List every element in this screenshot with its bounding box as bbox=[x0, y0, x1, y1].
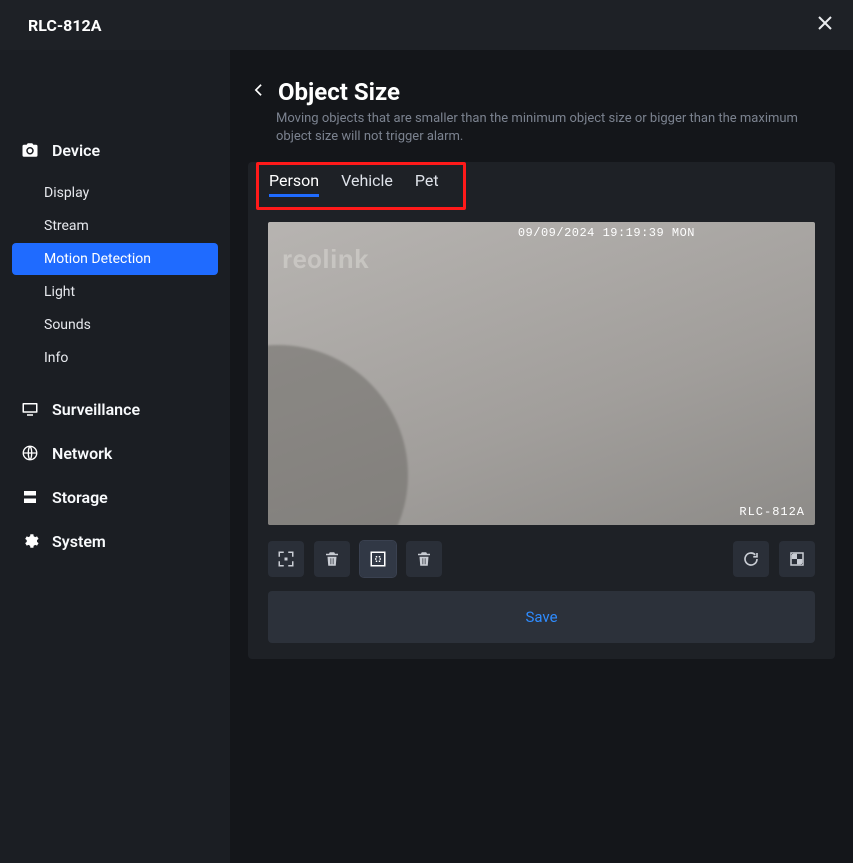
sidebar-cat-network[interactable]: Network bbox=[12, 431, 218, 475]
object-type-tabs: Person Vehicle Pet bbox=[269, 171, 453, 197]
min-size-icon bbox=[277, 550, 295, 568]
sidebar-item-motion-detection[interactable]: Motion Detection bbox=[12, 243, 218, 275]
sidebar-cat-surveillance[interactable]: Surveillance bbox=[12, 387, 218, 431]
page-head: Object Size Moving objects that are smal… bbox=[248, 76, 835, 158]
toolbar-right-group bbox=[733, 541, 815, 577]
tab-person[interactable]: Person bbox=[269, 171, 319, 197]
refresh-button[interactable] bbox=[733, 541, 769, 577]
sidebar-cat-storage[interactable]: Storage bbox=[12, 475, 218, 519]
tab-vehicle[interactable]: Vehicle bbox=[341, 171, 393, 197]
tabs-highlight-box: Person Vehicle Pet bbox=[256, 162, 466, 210]
refresh-icon bbox=[742, 550, 760, 568]
globe-icon bbox=[20, 443, 40, 463]
sidebar-cat-label: Surveillance bbox=[52, 400, 140, 419]
sidebar-sub-list-device: Display Stream Motion Detection Light So… bbox=[12, 172, 218, 387]
back-button[interactable] bbox=[248, 80, 268, 104]
tab-pet[interactable]: Pet bbox=[415, 171, 439, 197]
save-button[interactable]: Save bbox=[268, 591, 815, 643]
page-title: Object Size bbox=[278, 78, 400, 106]
preview-toolbar bbox=[248, 525, 835, 585]
watermark-logo: reolink bbox=[282, 244, 369, 275]
main-content: Object Size Moving objects that are smal… bbox=[230, 50, 853, 863]
sidebar: Device Display Stream Motion Detection L… bbox=[0, 50, 230, 863]
sidebar-item-light[interactable]: Light bbox=[12, 276, 218, 308]
sidebar-cat-device[interactable]: Device bbox=[12, 128, 218, 172]
page-description: Moving objects that are smaller than the… bbox=[248, 106, 808, 146]
toolbar-left-group bbox=[268, 541, 442, 577]
delete-max-button[interactable] bbox=[406, 541, 442, 577]
osd-camera-name: RLC-812A bbox=[739, 505, 805, 519]
window-title: RLC-812A bbox=[28, 16, 101, 35]
storage-icon bbox=[20, 487, 40, 507]
trash-icon bbox=[415, 550, 433, 568]
osd-timestamp: 09/09/2024 19:19:39 MON bbox=[518, 226, 695, 240]
chevron-left-icon bbox=[248, 80, 268, 100]
camera-preview[interactable]: reolink 09/09/2024 19:19:39 MON RLC-812A bbox=[268, 222, 815, 525]
object-size-panel: Person Vehicle Pet reolink 09/09/2024 19… bbox=[248, 162, 835, 659]
window-body: Device Display Stream Motion Detection L… bbox=[0, 50, 853, 863]
sidebar-item-sounds[interactable]: Sounds bbox=[12, 309, 218, 341]
trash-icon bbox=[323, 550, 341, 568]
max-size-icon bbox=[369, 550, 387, 568]
min-size-tool-button[interactable] bbox=[268, 541, 304, 577]
gear-icon bbox=[20, 531, 40, 551]
close-icon bbox=[815, 13, 835, 33]
sidebar-cat-label: Network bbox=[52, 444, 112, 463]
sidebar-item-info[interactable]: Info bbox=[12, 342, 218, 374]
monitor-icon bbox=[20, 399, 40, 419]
save-label: Save bbox=[525, 608, 557, 626]
close-button[interactable] bbox=[815, 13, 835, 37]
fullscreen-icon bbox=[788, 550, 806, 568]
page-title-row: Object Size bbox=[248, 76, 835, 106]
sidebar-item-display[interactable]: Display bbox=[12, 177, 218, 209]
fullscreen-button[interactable] bbox=[779, 541, 815, 577]
sidebar-cat-label: Storage bbox=[52, 488, 108, 507]
camera-icon bbox=[20, 140, 40, 160]
delete-min-button[interactable] bbox=[314, 541, 350, 577]
sidebar-cat-label: Device bbox=[52, 141, 100, 160]
sidebar-item-stream[interactable]: Stream bbox=[12, 210, 218, 242]
max-size-tool-button[interactable] bbox=[360, 541, 396, 577]
sidebar-cat-system[interactable]: System bbox=[12, 519, 218, 563]
titlebar: RLC-812A bbox=[0, 0, 853, 50]
settings-window: RLC-812A Device Display Stream Motion De… bbox=[0, 0, 853, 863]
sidebar-cat-label: System bbox=[52, 532, 106, 551]
